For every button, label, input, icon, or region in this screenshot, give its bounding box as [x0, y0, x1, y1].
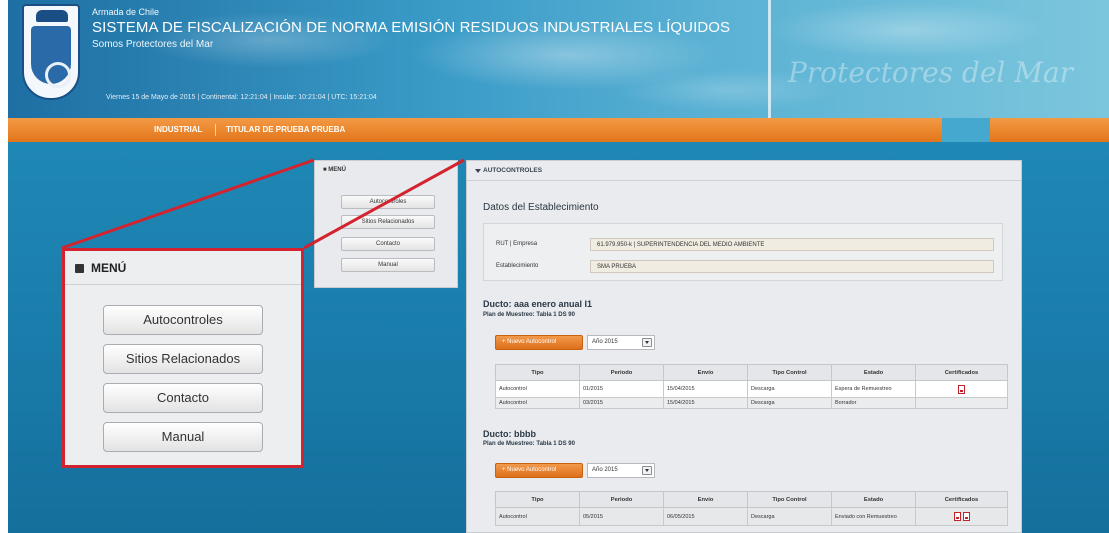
panel-header[interactable]: AUTOCONTROLES — [467, 161, 1021, 181]
col-tipo-control: Tipo Control — [747, 491, 832, 508]
logo-shield — [31, 26, 71, 88]
establishment-box: RUT | Empresa 61.979.950-k | SUPERINTEND… — [483, 223, 1003, 281]
system-title: SISTEMA DE FISCALIZACIÓN DE NORMA EMISIÓ… — [92, 19, 731, 36]
contacto-button[interactable]: Contacto — [341, 237, 435, 251]
logo-crown — [36, 10, 68, 22]
cell-certificados — [915, 380, 1008, 398]
contacto-button-large[interactable]: Contacto — [103, 383, 263, 413]
cell-periodo: 05/2015 — [579, 507, 664, 526]
menu-panel-title: ■ MENÚ — [323, 167, 346, 173]
datetime-bar: Viernes 15 de Mayo de 2015 | Continental… — [106, 94, 377, 101]
cell-tipo-control: Descarga — [747, 397, 832, 409]
navy-logo — [22, 4, 80, 100]
col-tipo-control: Tipo Control — [747, 364, 832, 381]
ducto-title: Ducto: aaa enero anual I1 — [483, 299, 593, 309]
col-tipo: Tipo — [495, 491, 580, 508]
table-row[interactable]: Autocontrol 01/2015 15/04/2015 Descarga … — [495, 380, 1008, 398]
table-header-row: Tipo Periodo Envío Tipo Control Estado C… — [495, 364, 1008, 381]
logo-wheel — [45, 62, 71, 88]
plan-muestreo: Plan de Muestreo: Tabla 1 DS 90 — [483, 441, 575, 447]
chevron-down-icon — [642, 338, 652, 347]
nav-item-industrial[interactable]: INDUSTRIAL — [154, 125, 202, 134]
cell-estado: Espera de Remuestreo — [831, 380, 916, 398]
chevron-down-icon — [642, 466, 652, 475]
autocontroles-button[interactable]: Autocontroles — [341, 195, 435, 209]
nuevo-autocontrol-button[interactable]: + Nuevo Autocontrol — [495, 335, 583, 350]
plan-muestreo: Plan de Muestreo: Tabla 1 DS 90 — [483, 312, 575, 318]
cell-tipo: Autocontrol — [495, 380, 580, 398]
top-nav: INDUSTRIAL TITULAR DE PRUEBA PRUEBA — [8, 118, 1109, 142]
manual-button[interactable]: Manual — [341, 258, 435, 272]
sitios-relacionados-button[interactable]: Sitios Relacionados — [341, 215, 435, 229]
cell-periodo: 01/2015 — [579, 380, 664, 398]
pdf-icon[interactable] — [958, 384, 965, 394]
connector-line-left — [61, 158, 315, 250]
cell-tipo-control: Descarga — [747, 507, 832, 526]
col-certificados: Certificados — [915, 491, 1008, 508]
rut-label: RUT | Empresa — [496, 241, 538, 247]
autocontroles-table: Tipo Periodo Envío Tipo Control Estado C… — [495, 364, 1008, 409]
cell-tipo-control: Descarga — [747, 380, 832, 398]
ducto-title: Ducto: bbbb — [483, 429, 536, 439]
table-row[interactable]: Autocontrol 03/2015 15/04/2015 Descarga … — [495, 397, 1008, 409]
col-certificados: Certificados — [915, 364, 1008, 381]
pdf-icon[interactable] — [953, 512, 961, 521]
cell-certificados — [915, 507, 1008, 526]
cell-envio: 06/05/2015 — [663, 507, 748, 526]
slogan: Somos Protectores del Mar — [92, 39, 214, 50]
cell-certificados — [915, 397, 1008, 409]
autocontroles-panel: AUTOCONTROLES Datos del Establecimiento … — [466, 160, 1022, 533]
col-tipo: Tipo — [495, 364, 580, 381]
menu-zoom-callout: MENÚ Autocontroles Sitios Relacionados C… — [62, 248, 304, 468]
cell-tipo: Autocontrol — [495, 507, 580, 526]
nav-divider — [215, 124, 216, 136]
org-name: Armada de Chile — [92, 7, 160, 17]
cell-envio: 15/04/2015 — [663, 380, 748, 398]
autocontroles-button-large[interactable]: Autocontroles — [103, 305, 263, 335]
table-header-row: Tipo Periodo Envío Tipo Control Estado C… — [495, 491, 1008, 508]
establishment-label: Establecimiento — [496, 263, 539, 269]
ship-mast-graphic — [768, 0, 771, 118]
autocontroles-table: Tipo Periodo Envío Tipo Control Estado C… — [495, 491, 1008, 526]
menu-callout-title: MENÚ — [65, 251, 301, 285]
rut-field: 61.979.950-k | SUPERINTENDENCIA DEL MEDI… — [590, 238, 994, 251]
year-select[interactable]: Año 2015 — [587, 463, 655, 478]
col-envio: Envío — [663, 491, 748, 508]
cell-periodo: 03/2015 — [579, 397, 664, 409]
col-periodo: Periodo — [579, 491, 664, 508]
nav-gap — [942, 118, 990, 142]
cell-estado: Borrador — [831, 397, 916, 409]
script-watermark: Protectores del Mar — [788, 56, 1074, 89]
site-header: Armada de Chile SISTEMA DE FISCALIZACIÓN… — [8, 0, 1109, 118]
year-select[interactable]: Año 2015 — [587, 335, 655, 350]
nav-item-titular[interactable]: TITULAR DE PRUEBA PRUEBA — [226, 125, 345, 134]
pdf-icon[interactable] — [962, 512, 970, 521]
col-estado: Estado — [831, 364, 916, 381]
cell-tipo: Autocontrol — [495, 397, 580, 409]
menu-panel: ■ MENÚ Autocontroles Sitios Relacionados… — [314, 160, 458, 288]
cell-envio: 15/04/2015 — [663, 397, 748, 409]
col-estado: Estado — [831, 491, 916, 508]
sitios-relacionados-button-large[interactable]: Sitios Relacionados — [103, 344, 263, 374]
col-envio: Envío — [663, 364, 748, 381]
col-periodo: Periodo — [579, 364, 664, 381]
app-frame: Armada de Chile SISTEMA DE FISCALIZACIÓN… — [8, 0, 1109, 533]
establishment-field: SMA PRUEBA — [590, 260, 994, 273]
cell-estado: Enviado con Remuestreo — [831, 507, 916, 526]
triangle-down-icon — [475, 169, 481, 173]
section-title: Datos del Establecimiento — [483, 202, 599, 213]
manual-button-large[interactable]: Manual — [103, 422, 263, 452]
nuevo-autocontrol-button[interactable]: + Nuevo Autocontrol — [495, 463, 583, 478]
table-row[interactable]: Autocontrol 05/2015 06/05/2015 Descarga … — [495, 507, 1008, 526]
square-icon — [75, 264, 84, 273]
